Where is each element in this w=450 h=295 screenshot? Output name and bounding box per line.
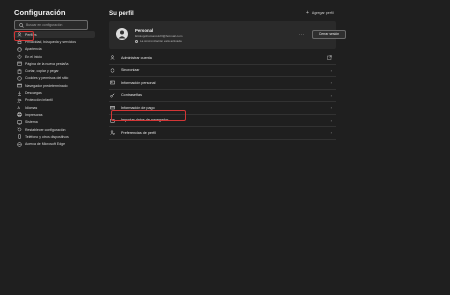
- search-input[interactable]: [24, 23, 87, 27]
- menu-item-label: Contraseñas: [121, 93, 142, 98]
- sidebar-item-label: Apariencia: [25, 47, 42, 52]
- sidebar-item-label: Acerca de Microsoft Edge: [25, 142, 66, 147]
- chevron-right-icon: ›: [330, 67, 332, 73]
- profile-settings-icon: [109, 130, 115, 136]
- lock-icon: [17, 39, 22, 45]
- account-icon: [109, 55, 115, 61]
- sidebar-item-languages[interactable]: A Idiomas: [13, 104, 95, 111]
- chevron-right-icon: ›: [330, 80, 332, 86]
- sync-status: La sincronización está activada: [135, 39, 182, 43]
- sidebar-item-label: Página de la nueva pestaña: [25, 61, 69, 66]
- system-icon: [17, 120, 22, 125]
- page-title: Su perfil: [109, 10, 134, 17]
- menu-item-label: Administrar cuenta: [121, 55, 152, 60]
- profile-card: Personal iktiologohumano123@hotmail.com …: [109, 21, 346, 49]
- sidebar-item-printers[interactable]: Impresoras: [13, 111, 95, 118]
- family-icon: [17, 98, 22, 103]
- add-profile-label: Agregar perfil: [311, 11, 334, 15]
- sidebar-item-phone[interactable]: Teléfono y otros dispositivos: [13, 133, 95, 140]
- credit-card-icon: [109, 105, 115, 111]
- sidebar-item-downloads[interactable]: Descargas: [13, 89, 95, 96]
- sidebar-item-appearance[interactable]: Apariencia: [13, 46, 95, 53]
- plus-icon: +: [306, 10, 309, 16]
- menu-item-label: Preferencias de perfil: [121, 130, 156, 135]
- sidebar-item-label: Teléfono y otros dispositivos: [25, 134, 69, 139]
- profile-menu: Administrar cuenta Sincronizar › Informa…: [109, 52, 336, 140]
- svg-text:A: A: [18, 106, 21, 110]
- external-link-icon: [327, 55, 332, 61]
- profile-name: Personal: [135, 28, 154, 33]
- menu-item-profile-preferences[interactable]: Preferencias de perfil ›: [109, 127, 336, 140]
- sidebar-item-label: Privacidad, búsqueda y servicios: [25, 39, 76, 44]
- main-content: Su perfil + Agregar perfil Personal ikti…: [96, 0, 450, 295]
- cookie-icon: [17, 76, 22, 81]
- sidebar-item-family[interactable]: Protección infantil: [13, 97, 95, 104]
- menu-item-sync[interactable]: Sincronizar ›: [109, 65, 336, 77]
- sidebar-item-reset[interactable]: Restablecer configuración: [13, 126, 95, 133]
- language-icon: A: [17, 105, 22, 110]
- sidebar-item-perfiles[interactable]: Perfiles: [13, 31, 95, 39]
- sidebar-item-label: Perfiles: [25, 32, 37, 37]
- sidebar-item-label: Navegador predeterminado: [25, 83, 68, 88]
- phone-icon: [17, 134, 22, 140]
- download-icon: [17, 91, 22, 96]
- sidebar-item-label: Sistema: [25, 120, 38, 125]
- browser-icon: [17, 83, 22, 88]
- sidebar-item-new-tab[interactable]: Página de la nueva pestaña: [13, 60, 95, 67]
- chevron-right-icon: ›: [330, 117, 332, 123]
- person-icon: [17, 32, 22, 37]
- chevron-right-icon: ›: [330, 130, 332, 136]
- add-profile-button[interactable]: + Agregar perfil: [306, 10, 334, 16]
- sidebar-item-system[interactable]: Sistema: [13, 119, 95, 126]
- menu-item-import-browser-data[interactable]: Importar datos de navegador ›: [109, 115, 336, 127]
- sign-out-button[interactable]: Cerrar sesión: [312, 29, 346, 39]
- clipboard-icon: [17, 69, 22, 74]
- search-box[interactable]: [14, 20, 88, 30]
- menu-item-label: Información de pago: [121, 105, 155, 110]
- sidebar-item-default-browser[interactable]: Navegador predeterminado: [13, 82, 95, 89]
- avatar[interactable]: [116, 28, 128, 40]
- sidebar-item-label: Impresoras: [25, 112, 43, 117]
- sidebar-item-label: En el inicio: [25, 54, 42, 59]
- sidebar-item-label: Cortar, copiar y pegar: [25, 69, 59, 74]
- sidebar-item-label: Idiomas: [25, 105, 38, 110]
- printer-icon: [17, 112, 22, 118]
- sync-icon: [109, 67, 115, 73]
- settings-title: Configuración: [14, 8, 66, 17]
- sidebar-item-label: Restablecer configuración: [25, 127, 66, 132]
- power-icon: [17, 54, 22, 59]
- menu-item-manage-account[interactable]: Administrar cuenta: [109, 52, 336, 65]
- sidebar-item-about[interactable]: Acerca de Microsoft Edge: [13, 140, 95, 147]
- settings-nav: Perfiles Privacidad, búsqueda y servicio…: [13, 31, 95, 148]
- menu-item-payment-info[interactable]: Información de pago ›: [109, 102, 336, 115]
- menu-item-label: Información personal: [121, 80, 156, 85]
- settings-sidebar: Configuración Perfiles Privacidad, búsqu…: [0, 0, 96, 295]
- chevron-right-icon: ›: [330, 105, 332, 111]
- menu-item-personal-info[interactable]: Información personal ›: [109, 77, 336, 90]
- edge-icon: [17, 141, 22, 147]
- menu-item-label: Sincronizar: [121, 68, 140, 73]
- reset-icon: [17, 127, 22, 132]
- folder-icon: [109, 117, 115, 123]
- home-tab-icon: [17, 61, 22, 66]
- profile-email: iktiologohumano123@hotmail.com: [135, 34, 183, 38]
- contact-card-icon: [109, 80, 115, 86]
- sync-status-icon: [135, 39, 138, 43]
- sidebar-item-cookies[interactable]: Cookies y permisos del sitio: [13, 75, 95, 82]
- sidebar-item-label: Protección infantil: [25, 98, 53, 103]
- more-options-button[interactable]: ···: [299, 32, 305, 37]
- sidebar-item-label: Cookies y permisos del sitio: [25, 76, 69, 81]
- menu-item-passwords[interactable]: Contraseñas ›: [109, 90, 336, 102]
- palette-icon: [17, 47, 22, 52]
- key-icon: [109, 92, 115, 98]
- sync-status-label: La sincronización está activada: [140, 39, 182, 43]
- chevron-right-icon: ›: [330, 92, 332, 98]
- sidebar-item-privacy[interactable]: Privacidad, búsqueda y servicios: [13, 38, 95, 45]
- sidebar-item-clipboard[interactable]: Cortar, copiar y pegar: [13, 67, 95, 74]
- sidebar-item-startup[interactable]: En el inicio: [13, 53, 95, 60]
- sidebar-item-label: Descargas: [25, 91, 42, 96]
- menu-item-label: Importar datos de navegador: [121, 118, 169, 123]
